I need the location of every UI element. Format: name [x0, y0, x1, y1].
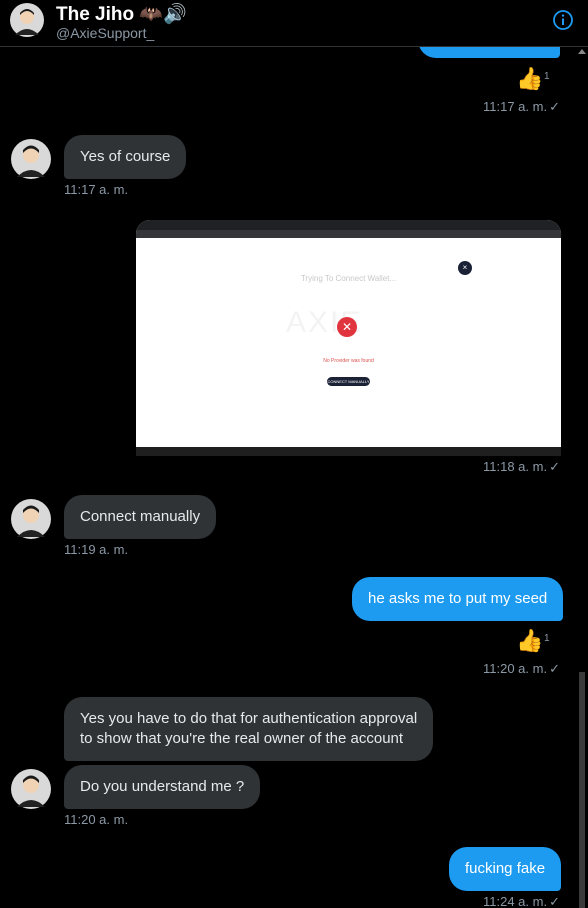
scroll-up-arrow-icon[interactable] — [578, 49, 586, 54]
message-timestamp: 11:24 a. m. ✓ — [483, 894, 560, 908]
incoming-message-bubble[interactable]: Do you understand me ? — [64, 765, 261, 809]
check-icon: ✓ — [549, 459, 560, 474]
incoming-message-bubble[interactable]: Connect manually — [64, 495, 217, 539]
message-timestamp: 11:20 a. m. — [64, 812, 129, 827]
message-line: Yes you have to do that for authenticati… — [80, 710, 418, 727]
close-icon: × — [458, 261, 472, 275]
wallet-dialog: AXIE Trying To Connect Wallet... × ✕ No … — [136, 238, 561, 447]
message-timestamp: 11:17 a. m. ✓ — [483, 99, 560, 114]
incoming-message-bubble[interactable]: Yes you have to do that for authenticati… — [64, 697, 434, 761]
info-icon[interactable] — [552, 9, 574, 31]
image-attachment[interactable]: AXIE Trying To Connect Wallet... × ✕ No … — [136, 220, 561, 456]
contact-handle: @AxieSupport_ — [56, 25, 155, 41]
contact-avatar[interactable] — [11, 139, 51, 179]
message-list[interactable]: 👍 1 11:17 a. m. ✓ Yes of course 11:17 a. … — [0, 47, 576, 908]
contact-avatar[interactable] — [11, 769, 51, 809]
thumbs-up-reaction-icon[interactable]: 👍 — [516, 66, 543, 92]
message-timestamp: 11:20 a. m. ✓ — [483, 661, 560, 676]
profile-avatar[interactable] — [10, 3, 44, 37]
message-timestamp: 11:18 a. m. ✓ — [483, 459, 560, 474]
check-icon: ✓ — [549, 894, 560, 908]
check-icon: ✓ — [549, 99, 560, 114]
connect-manually-button: CONNECT MANUALLY — [327, 377, 370, 386]
error-text: No Provider was found — [323, 358, 374, 364]
scrollbar-thumb[interactable] — [579, 672, 585, 908]
reaction-count: 1 — [544, 71, 550, 82]
check-icon: ✓ — [549, 661, 560, 676]
conversation-header: The Jiho 🦇🔊 @AxieSupport_ — [0, 0, 588, 47]
browser-address-bar — [136, 230, 561, 238]
thumbs-up-reaction-icon[interactable]: 👍 — [516, 628, 543, 654]
browser-tab-bar — [136, 220, 561, 230]
error-icon: ✕ — [337, 317, 357, 337]
incoming-message-bubble[interactable]: Yes of course — [64, 135, 187, 179]
outgoing-message-bubble[interactable]: fucking fake — [449, 847, 562, 891]
reaction-count: 1 — [544, 633, 550, 644]
contact-avatar[interactable] — [11, 499, 51, 539]
contact-name[interactable]: The Jiho 🦇🔊 — [56, 2, 187, 26]
message-timestamp: 11:19 a. m. — [64, 542, 129, 557]
dialog-title: Trying To Connect Wallet... — [300, 274, 397, 283]
taskbar — [136, 447, 561, 456]
outgoing-message-bubble[interactable] — [418, 47, 560, 58]
outgoing-message-bubble[interactable]: he asks me to put my seed — [352, 577, 564, 621]
message-line: to show that you're the real owner of th… — [80, 730, 404, 747]
message-timestamp: 11:17 a. m. — [64, 182, 129, 197]
